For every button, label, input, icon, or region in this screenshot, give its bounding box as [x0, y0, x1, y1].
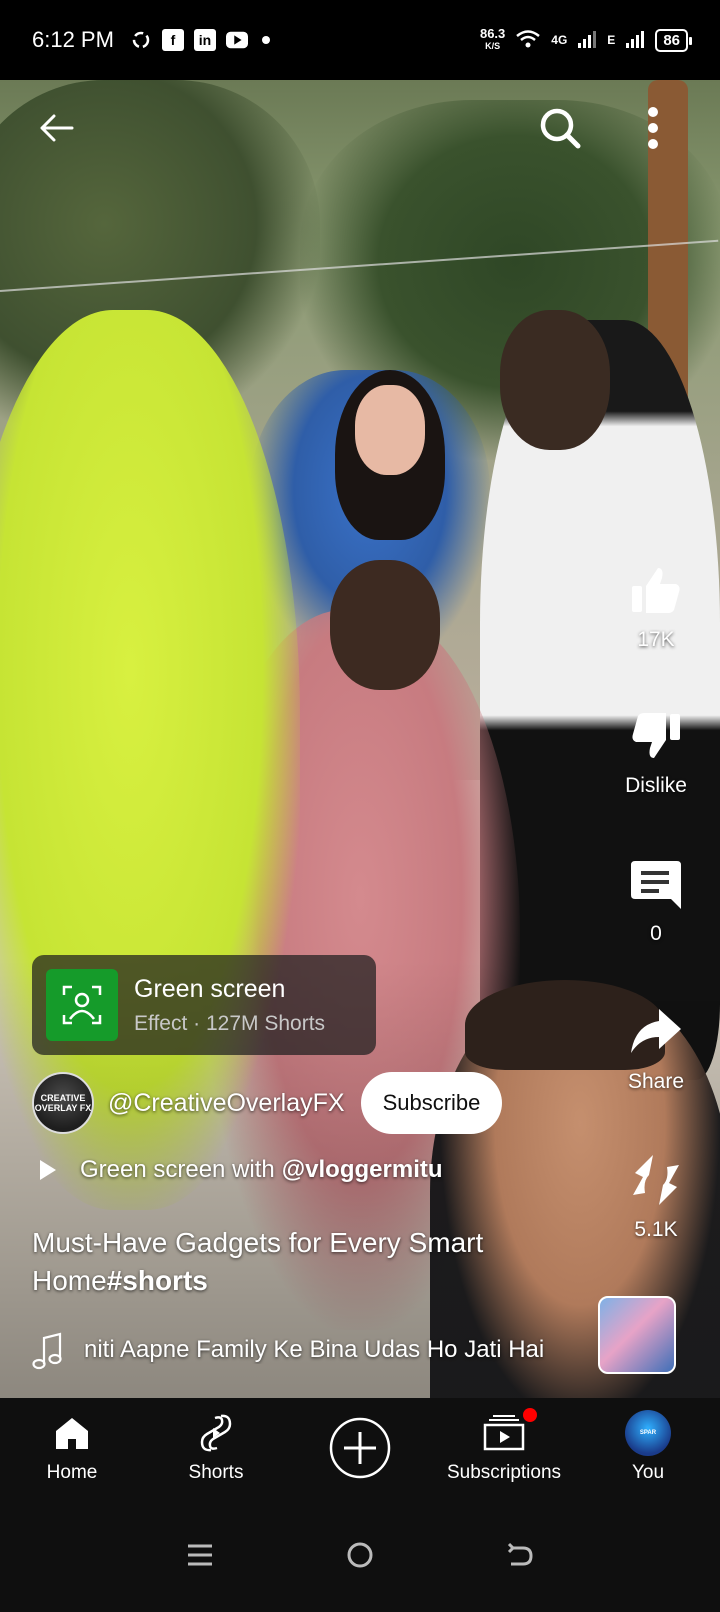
share-icon: [626, 1002, 686, 1062]
share-label: Share: [627, 1070, 685, 1093]
nav-shorts-label: Shorts: [188, 1462, 244, 1483]
sync-icon: [130, 29, 152, 51]
status-right: 86.3 K/S 4G E 86: [479, 26, 692, 52]
play-icon: [40, 1160, 56, 1180]
effect-title: Green screen: [134, 974, 286, 1003]
back-arrow-icon: [507, 1542, 533, 1566]
youtube-icon: [225, 29, 248, 51]
status-bar: 6:12 PM f in 86.3 K/S 4G E 86: [0, 0, 720, 80]
collab-prefix: Green screen with: [80, 1156, 275, 1183]
you-avatar-wrap: SPAR: [625, 1410, 671, 1456]
sound-thumbnail[interactable]: [598, 1296, 676, 1374]
bottom-nav: Home Shorts Subscriptions SPAR You: [0, 1398, 720, 1498]
music-title: niti Aapne Family Ke Bina Udas Ho Jati H…: [84, 1336, 545, 1363]
net-speed-unit: K/S: [485, 41, 501, 51]
signal-icon-2: [625, 29, 645, 52]
thumbs-down-icon: [626, 706, 686, 766]
remix-count: 5.1K: [634, 1218, 678, 1241]
dislike-button[interactable]: Dislike: [596, 706, 716, 798]
channel-row: CREATIVE OVERLAY FX @CreativeOverlayFX S…: [32, 1072, 503, 1134]
network-4g-label: 4G: [551, 33, 568, 47]
net-speed: 86.3 K/S: [479, 26, 506, 52]
search-button[interactable]: [532, 100, 588, 156]
subscribe-button[interactable]: Subscribe: [360, 1072, 503, 1134]
nav-subscriptions[interactable]: Subscriptions: [432, 1408, 576, 1484]
channel-avatar[interactable]: CREATIVE OVERLAY FX: [32, 1072, 94, 1134]
green-screen-effect-icon: [46, 969, 118, 1041]
signal-icon: [577, 29, 597, 52]
nav-you-label: You: [631, 1462, 665, 1483]
create-icon: [328, 1415, 392, 1481]
effect-subtitle: Effect · 127M Shorts: [134, 1011, 326, 1035]
comment-icon: [626, 854, 686, 914]
facebook-icon: f: [161, 29, 184, 51]
nav-subscriptions-label: Subscriptions: [446, 1462, 562, 1483]
wifi-icon: [515, 29, 541, 52]
back-button[interactable]: [28, 100, 84, 156]
notification-icons: f in: [130, 29, 270, 51]
like-count: 17K: [637, 628, 675, 651]
video-scene-man-head: [500, 310, 610, 450]
effect-chip[interactable]: Green screen Effect · 127M Shorts: [32, 955, 376, 1055]
home-system-button[interactable]: [330, 1525, 390, 1585]
subscriptions-notification-dot: [523, 1408, 537, 1422]
collab-mention[interactable]: @vloggermitu: [282, 1156, 443, 1184]
back-system-button[interactable]: [490, 1525, 550, 1585]
music-row[interactable]: niti Aapne Family Ke Bina Udas Ho Jati H…: [32, 1330, 592, 1370]
video-title-text: Must-Have Gadgets for Every Smart Home: [32, 1227, 484, 1296]
nav-create[interactable]: [288, 1415, 432, 1481]
more-options-button[interactable]: [625, 100, 681, 156]
collab-row[interactable]: Green screen with @vloggermitu: [36, 1156, 443, 1184]
recent-apps-button[interactable]: [170, 1525, 230, 1585]
more-vertical-icon: [648, 107, 658, 149]
network-e-label: E: [607, 33, 616, 47]
subscriptions-icon: [483, 1408, 537, 1454]
nav-home-label: Home: [46, 1462, 98, 1483]
music-note-icon: [32, 1332, 62, 1370]
video-title-hashtag[interactable]: #shorts: [107, 1265, 208, 1296]
you-avatar: SPAR: [625, 1410, 671, 1456]
linkedin-icon: in: [193, 29, 216, 51]
nav-shorts[interactable]: Shorts: [144, 1412, 288, 1484]
system-nav-bar: [0, 1498, 720, 1612]
share-button[interactable]: Share: [596, 1002, 716, 1094]
dislike-label: Dislike: [625, 774, 687, 797]
net-speed-value: 86.3: [479, 26, 506, 41]
search-icon: [540, 108, 581, 149]
effect-text: Green screen Effect · 127M Shorts: [134, 975, 325, 1036]
remix-icon: [626, 1150, 686, 1210]
channel-name[interactable]: @CreativeOverlayFX: [108, 1089, 345, 1118]
shorts-icon: [199, 1412, 233, 1454]
thumbs-up-icon: [626, 560, 686, 620]
status-time: 6:12 PM: [32, 27, 114, 52]
menu-icon: [188, 1544, 212, 1566]
comments-count: 0: [650, 922, 662, 945]
video-title[interactable]: Must-Have Gadgets for Every Smart Home#s…: [32, 1224, 572, 1300]
remix-button[interactable]: 5.1K: [596, 1150, 716, 1242]
dot-icon: [261, 36, 270, 44]
nav-you[interactable]: SPAR You: [576, 1410, 720, 1484]
circle-icon: [347, 1542, 373, 1568]
comments-button[interactable]: 0: [596, 854, 716, 946]
home-icon: [54, 1412, 90, 1454]
video-scene-woman-face: [355, 385, 425, 475]
arrow-left-icon: [40, 114, 74, 142]
video-scene-seated-head: [330, 560, 440, 690]
like-button[interactable]: 17K: [596, 560, 716, 652]
nav-home[interactable]: Home: [0, 1412, 144, 1484]
battery-indicator: 86: [655, 28, 692, 52]
